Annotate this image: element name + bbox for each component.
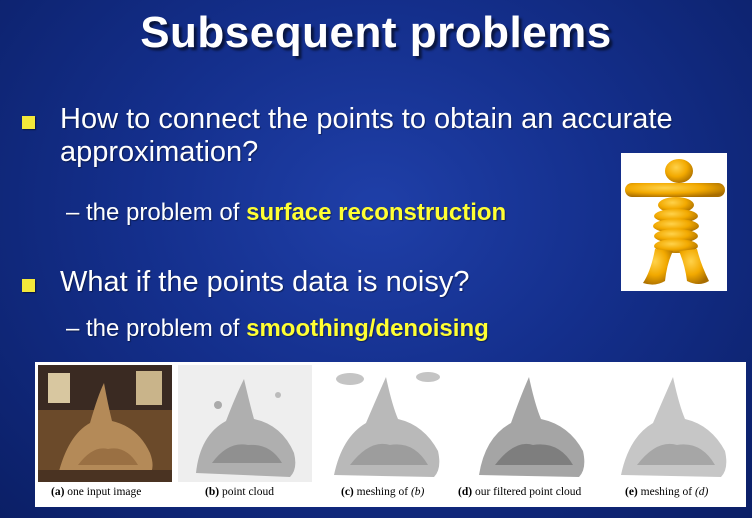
- mesh-c-image: [320, 365, 454, 482]
- bullet-square-icon: [22, 279, 35, 292]
- bullet-1-sub-highlight: surface reconstruction: [246, 199, 507, 226]
- bullet-1-sub-prefix: – the problem of: [66, 199, 247, 226]
- bullet-2-line-1: What if the points data is noisy?: [60, 266, 470, 298]
- bullet-1: How to connect the points to obtain an a…: [22, 103, 673, 169]
- bullet-1-line-1: How to connect the points to obtain an a…: [60, 103, 673, 135]
- caption-b: (b) point cloud: [205, 486, 275, 498]
- bullet-1-subpoint: – the problem of surface reconstruction: [66, 199, 506, 227]
- bullet-square-icon: [22, 116, 35, 129]
- reconstruction-figure-image: [621, 153, 727, 291]
- caption-a: (a) one input image: [51, 486, 142, 498]
- point-cloud-image: [178, 365, 312, 482]
- caption-e: (e) meshing of (d): [625, 486, 709, 498]
- mesh-e-image: [607, 365, 741, 482]
- bullet-2-sub-highlight: smoothing/denoising: [246, 315, 489, 342]
- bullet-1-line-2: approximation?: [60, 136, 259, 168]
- caption-d: (d) our filtered point cloud: [458, 486, 582, 498]
- point-cloud-figure-strip: (a) one input image (b) point cloud (c) …: [35, 362, 746, 507]
- slide-title: Subsequent problems: [140, 8, 612, 57]
- filtered-point-cloud-image: [461, 365, 601, 482]
- bullet-2-subpoint: – the problem of smoothing/denoising: [66, 315, 489, 343]
- bullet-2: What if the points data is noisy?: [22, 266, 469, 299]
- bullet-2-sub-prefix: – the problem of: [66, 315, 247, 342]
- inukshuk-figure-icon: [625, 159, 725, 285]
- input-photo-image: [38, 365, 172, 482]
- caption-c: (c) meshing of (b): [341, 486, 425, 498]
